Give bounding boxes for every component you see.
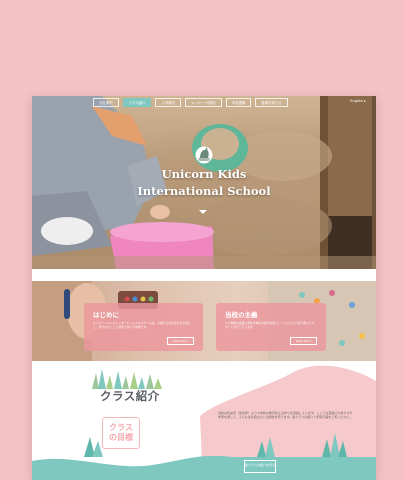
goal-label-1: クラス [109,423,133,432]
nav-item-classes[interactable]: クラス紹介 [122,98,152,107]
class-section: クラス紹介 クラス の目標 当校は乳幼児（未就学）より小学校の教育的土台作りを目… [32,361,376,480]
nav-item-admission[interactable]: 入学案内 [155,98,182,107]
card-text: 少人数制の授業と個性を伸ばす教育方針で、一人ひとりに寄り添ったサポートを行ってい… [225,321,315,329]
read-more-button[interactable]: Read More [290,337,317,345]
read-more-button[interactable]: Read More [167,337,194,345]
goal-label-2: の目標 [109,433,133,442]
class-detail-button[interactable]: 各クラスの紹介を見る [244,460,276,473]
section-description: 当校は乳幼児（未就学）より小学校の教育的土台作りを目指しています。ここでは英語で… [218,411,353,420]
hero-section: Unicorn Kids International School [32,96,376,269]
intro-band: はじめに ユニコーンキッズインターナショナルスクールは、子供たちの好奇心を大切に… [32,281,376,361]
section-title: クラス紹介 [100,389,160,403]
class-goal-box[interactable]: クラス の目標 [102,417,140,449]
top-navigation: 当社案内 クラス紹介 入学案内 メッセージ/理念 学校建築 各種お知らせ Eng… [32,96,376,109]
hero-logo: Unicorn Kids International School [32,144,376,198]
intro-card: はじめに ユニコーンキッズインターナショナルスクールは、子供たちの好奇心を大切に… [84,303,203,351]
nav-item-building[interactable]: 学校建築 [225,98,252,107]
chevron-down-icon[interactable] [199,210,207,214]
nav-item-about[interactable]: 当社案内 [93,98,119,107]
card-text: ユニコーンキッズインターナショナルスクールは、子供たちの好奇心を大切にし、のびの… [93,321,191,329]
website-mockup: Unicorn Kids International School 当社案内 ク… [32,96,376,480]
language-switch[interactable]: English ▸ [350,99,366,103]
hero-title-line2: International School [137,184,271,198]
nav-item-message[interactable]: メッセージ/理念 [185,98,222,107]
unicorn-icon [195,146,213,164]
hero-title-line1: Unicorn Kids [161,167,247,181]
card-title: 当校の主義 [225,311,258,319]
card-title: はじめに [93,311,119,319]
policy-card: 当校の主義 少人数制の授業と個性を伸ばす教育方針で、一人ひとりに寄り添ったサポー… [216,303,326,351]
section-decoration [32,365,376,480]
nav-item-news[interactable]: 各種お知らせ [255,98,288,107]
